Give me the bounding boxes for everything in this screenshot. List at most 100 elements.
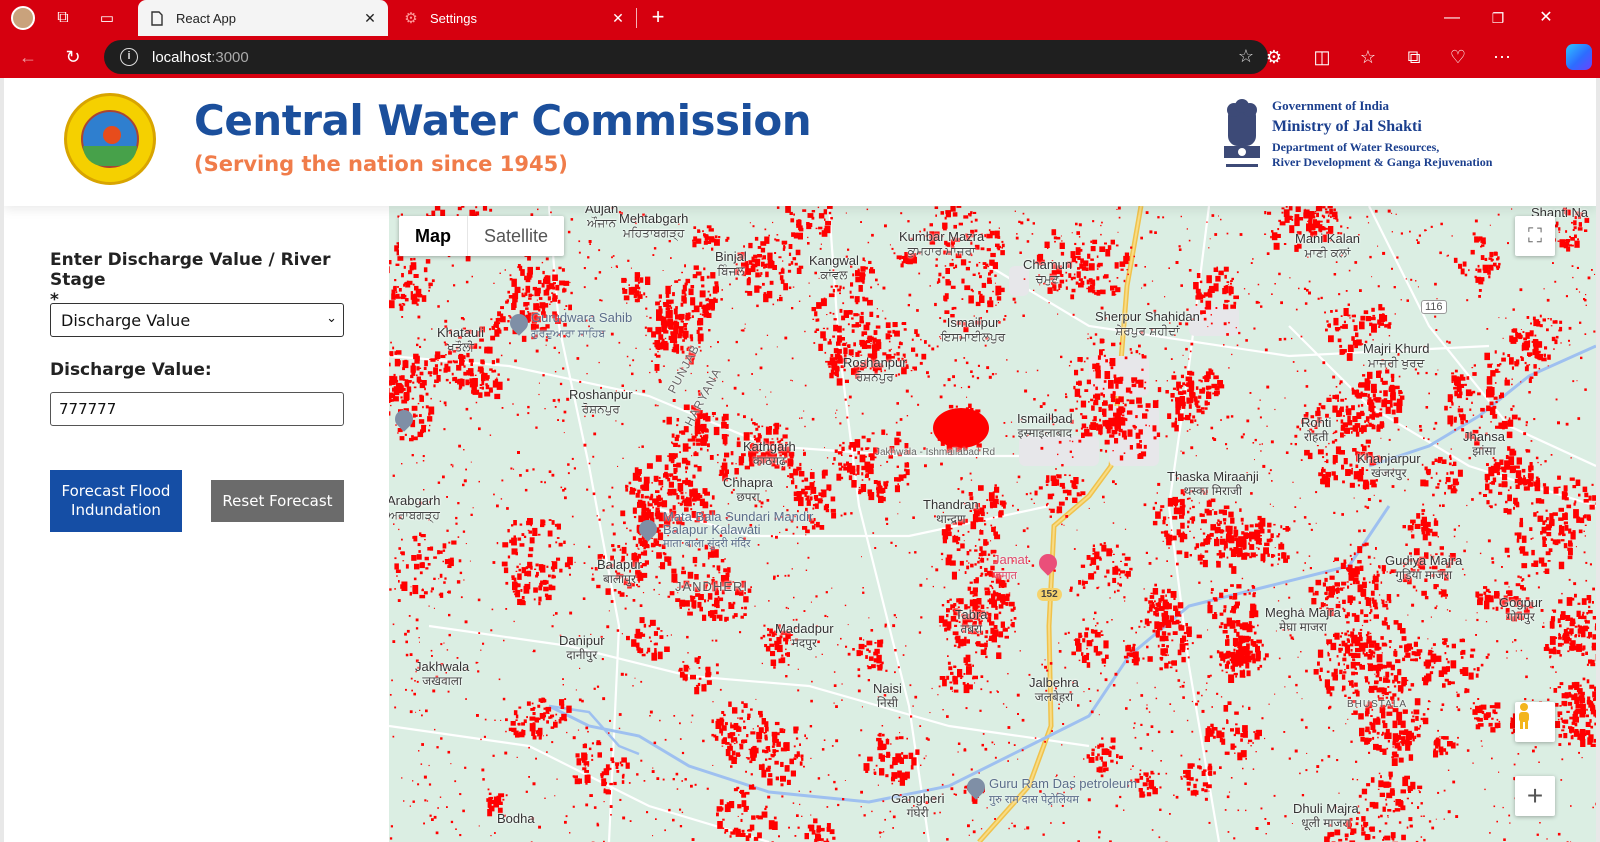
map-type-map[interactable]: Map: [399, 216, 467, 256]
restore-icon[interactable]: ❐: [1486, 6, 1510, 30]
place-label: Khatauli ਖਤੌਲੀ: [437, 325, 484, 355]
place-label: Sherpur Shahidan ਸ਼ੇਰਪੁਰ ਸ਼ਹੀਦਾਂ: [1095, 309, 1200, 339]
map-base-layer: [389, 206, 1596, 842]
site-header: Central Water Commission (Serving the na…: [4, 78, 1596, 206]
place-label: Mani Kalan ਮਾਣੀ ਕਲਾਂ: [1295, 231, 1361, 261]
place-label: Tabra तबरा: [955, 607, 988, 637]
page-icon: [150, 10, 164, 26]
highway-shield: 116: [1421, 300, 1447, 314]
minimize-icon[interactable]: —: [1440, 6, 1464, 30]
tab-react-app[interactable]: React App ✕: [138, 0, 388, 36]
close-window-icon[interactable]: ✕: [1534, 6, 1558, 30]
collections-icon[interactable]: ⧉: [1402, 45, 1426, 69]
site-title: Central Water Commission: [194, 96, 812, 145]
gear-icon: ⚙: [404, 10, 418, 27]
avatar-icon: [11, 6, 35, 30]
poi-label[interactable]: Jamat जमात: [993, 552, 1028, 583]
place-label: Jhansa झांसा: [1463, 429, 1505, 459]
map-type-control: Map Satellite: [399, 216, 565, 256]
close-tab-icon[interactable]: ✕: [360, 10, 380, 27]
tab-actions-icon[interactable]: ▭: [92, 4, 122, 32]
place-label: Naisi निसी: [873, 681, 902, 711]
place-label: Khanjarpur खंजरपुर: [1357, 451, 1421, 481]
place-label: Kathgarh काठगढ़: [743, 439, 796, 469]
national-emblem: [1224, 99, 1260, 167]
gov-line: River Development & Ganga Rejuvenation: [1272, 155, 1493, 169]
browser-tab-bar: ⧉ ▭ React App ✕ ⚙ Settings ✕ + — ❐ ✕: [0, 0, 1600, 36]
poi-label[interactable]: Gurudwara Sahib ਗੁਰਦੁਆਰਾ ਸਾਹਿਬ: [531, 310, 632, 341]
new-tab-button[interactable]: +: [646, 6, 670, 30]
zoom-in-button[interactable]: +: [1515, 776, 1555, 816]
road-name-label: Jakhwala - Ishmailabad Rd: [875, 447, 996, 458]
favorites-icon[interactable]: ☆: [1356, 45, 1380, 69]
place-label: Kangwal ਕਾਂਵਲ: [809, 253, 859, 283]
fullscreen-icon[interactable]: ⛶: [1515, 216, 1555, 256]
ministry-block: Government of India Ministry of Jal Shak…: [1272, 98, 1492, 170]
address-bar[interactable]: i localhost:3000 ☆: [104, 40, 1268, 74]
poi-label[interactable]: Mata Bala Sundari Mandir Balapur Kalawat…: [663, 510, 853, 551]
more-options-icon[interactable]: ⋯: [1490, 45, 1514, 69]
forecast-form-panel: Enter Discharge Value / River Stage * Di…: [4, 206, 389, 842]
place-label: Gogpur गोगपुर: [1499, 595, 1543, 625]
place-label: Mehtabgarh ਮਹਿਤਾਬਗੜ੍ਹ: [619, 211, 689, 241]
mode-label-text: Enter Discharge Value / River Stage: [50, 250, 331, 290]
place-label: Majri Khurd ਮਾਜਰੀ ਖੁਰਦ: [1363, 341, 1430, 371]
place-label: Chhapra छपरा: [723, 475, 773, 505]
place-label: Binjal ਬਿੰਜਲ: [715, 249, 747, 279]
reset-forecast-button[interactable]: Reset Forecast: [211, 480, 344, 522]
place-label: Megha Majra मेघा माजरा: [1265, 605, 1341, 635]
profile-avatar[interactable]: [8, 4, 38, 32]
place-label: Kumbar Mazra ਕੁਮਹਾਰ ਮਾਜਰਾ: [899, 229, 985, 259]
place-label: Balapur बालापुर: [597, 557, 642, 587]
place-label: Thaska Miraanji थस्का मिराजी: [1167, 469, 1259, 499]
url-host: localhost: [152, 48, 212, 66]
chevron-down-icon: ⌄: [326, 311, 337, 326]
place-label: Roshanpur ਰੋਸ਼ਨਪੁਰ: [843, 355, 907, 385]
workspaces-icon[interactable]: ⧉: [48, 4, 78, 32]
refresh-icon[interactable]: ↻: [61, 45, 85, 69]
region-label: BHUSTALA: [1347, 699, 1408, 710]
gov-line: Department of Water Resources,: [1272, 140, 1440, 154]
discharge-label: Discharge Value:: [50, 360, 212, 380]
tab-divider: [636, 8, 637, 28]
browser-essentials-icon[interactable]: ♡: [1446, 45, 1470, 69]
place-label: Thandran थान्द्रण: [923, 497, 979, 527]
tab-title: React App: [176, 10, 236, 26]
place-label: Arabgarh ਅਰਾਬਗੜ੍ਹ: [389, 493, 441, 523]
forecast-flood-button[interactable]: Forecast Flood Indundation: [50, 470, 182, 532]
place-label: Danipur दानीपुर: [559, 633, 605, 663]
region-label: JANDHERI: [675, 579, 749, 594]
mode-label: Enter Discharge Value / River Stage *: [50, 250, 389, 310]
place-label: Ismailpur ਇਸਮਾਈਲਪੁਰ: [941, 315, 1006, 345]
place-label: Chamun ਚਮੁਣ: [1023, 257, 1073, 287]
place-label: Roshanpur ਰੋਸ਼ਨਪੁਰ: [569, 387, 633, 417]
place-label: Jakhwala जखवाला: [415, 659, 470, 689]
favorite-star-icon[interactable]: ☆: [1238, 46, 1254, 67]
place-label: Madadpur मदपुर: [775, 621, 834, 651]
place-label: Rohti रोहती: [1301, 415, 1332, 445]
place-label: Ismailbad इस्माइलाबाद: [1017, 411, 1073, 441]
close-tab-icon[interactable]: ✕: [608, 10, 628, 27]
flood-map[interactable]: Map Satellite ⛶ + Aujan ਔਜਾਨ Mehtabgarh ਮਹ…: [389, 206, 1596, 842]
poi-label[interactable]: Guru Ram Das petroleum गुरु राम दास पेट्र…: [989, 776, 1137, 807]
browser-toolbar: ← ↻ i localhost:3000 ☆ ⚙ ◫ ☆ ⧉ ♡ ⋯: [0, 36, 1600, 78]
app-page: Central Water Commission (Serving the na…: [4, 78, 1596, 842]
tab-settings[interactable]: ⚙ Settings ✕: [392, 0, 636, 36]
copilot-icon[interactable]: [1566, 44, 1592, 70]
gov-line: Government of India: [1272, 98, 1389, 113]
extensions-icon[interactable]: ⚙: [1262, 45, 1286, 69]
back-arrow-icon[interactable]: ←: [16, 45, 40, 69]
place-label: Gudiya Majra गुड़िया माजरा: [1385, 553, 1463, 583]
highway-shield: 152: [1037, 588, 1062, 601]
gov-line: Ministry of Jal Shakti: [1272, 118, 1422, 135]
mode-select[interactable]: Discharge Value ⌄: [50, 303, 344, 337]
cwc-logo: [64, 93, 156, 185]
place-label: Bodha: [497, 811, 535, 826]
split-screen-icon[interactable]: ◫: [1310, 45, 1334, 69]
place-label: Gangheri गंघेरी: [891, 791, 945, 821]
info-icon[interactable]: i: [120, 48, 138, 66]
tab-title: Settings: [430, 10, 477, 26]
street-view-pegman[interactable]: [1515, 702, 1555, 742]
discharge-value-input[interactable]: [50, 392, 344, 426]
map-type-satellite[interactable]: Satellite: [467, 216, 564, 256]
